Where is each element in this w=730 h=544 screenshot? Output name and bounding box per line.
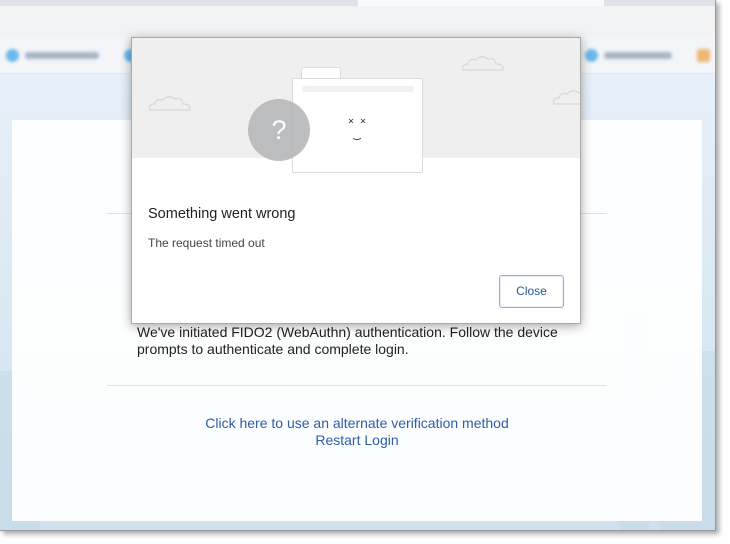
bookmark-item[interactable] (697, 48, 710, 62)
tab-strip (0, 0, 715, 6)
close-button[interactable]: Close (499, 275, 564, 308)
restart-login-link[interactable]: Restart Login (107, 432, 607, 449)
dialog-message: The request timed out (148, 236, 265, 250)
dialog-title: Something went wrong (148, 206, 296, 222)
bookmark-item[interactable] (6, 48, 99, 62)
bookmark-icon (585, 48, 598, 62)
sad-face-icon: × × ‿ (337, 116, 377, 144)
error-illustration: × × ‿ ? (132, 38, 580, 173)
bookmark-label (604, 51, 672, 59)
cloud-icon (148, 96, 191, 111)
cloud-icon (552, 90, 580, 105)
sad-face-mouth: ‿ (353, 126, 361, 140)
error-dialog: × × ‿ ? Something went wrong The request… (131, 37, 581, 324)
browser-toolbar (0, 0, 715, 36)
browser-tab[interactable] (358, 0, 604, 6)
question-circle-icon: ? (248, 99, 310, 161)
login-links: Click here to use an alternate verificat… (107, 415, 607, 448)
cloud-icon (461, 56, 504, 71)
divider (107, 385, 607, 386)
fido-instructions: We've initiated FIDO2 (WebAuthn) authent… (137, 324, 558, 357)
bookmark-item[interactable] (585, 48, 672, 62)
bookmark-icon (697, 48, 710, 62)
bookmark-icon (6, 48, 19, 62)
sad-browser-addressbar (302, 86, 414, 92)
alternate-verification-link[interactable]: Click here to use an alternate verificat… (107, 415, 607, 432)
bookmark-label (25, 51, 99, 59)
